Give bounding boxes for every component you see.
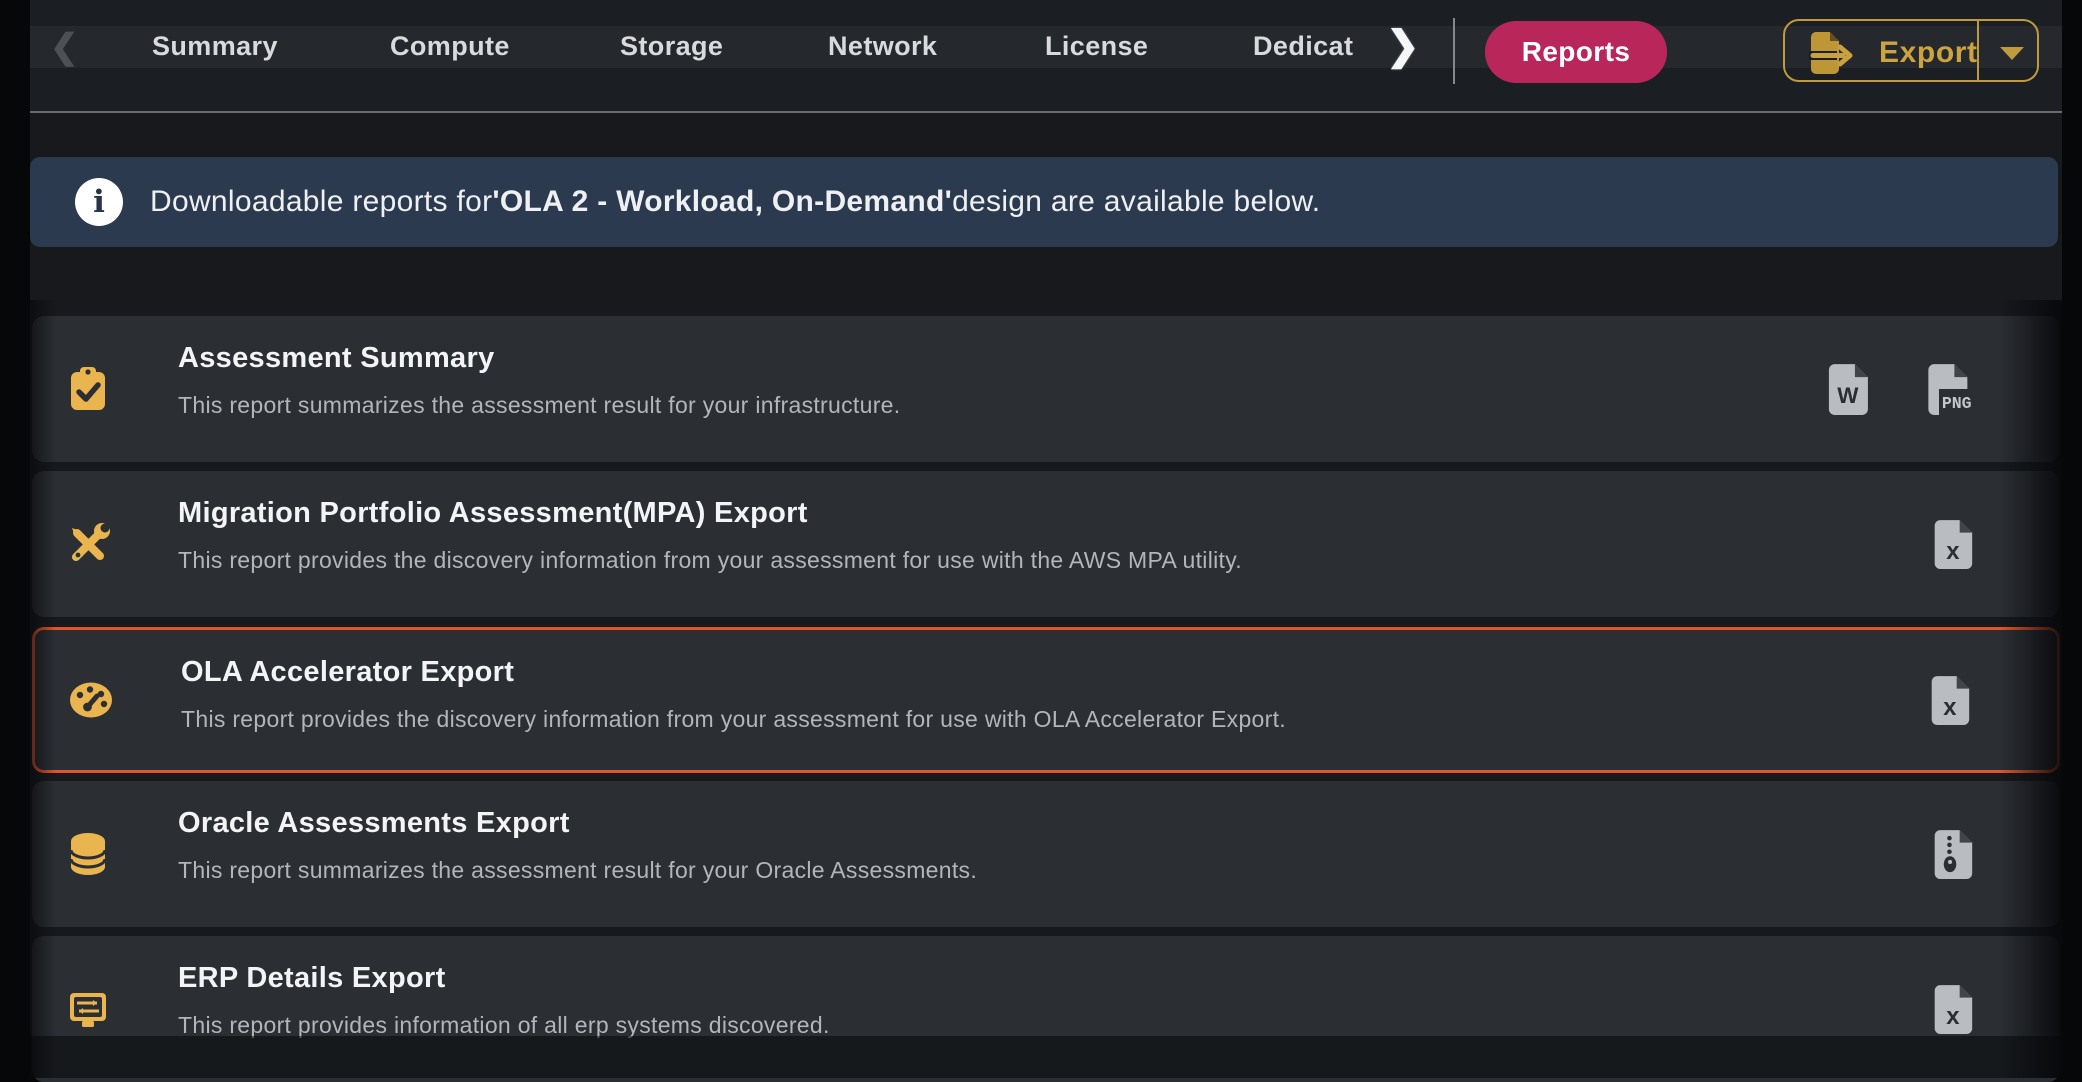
report-description: This report summarizes the assessment re… [178,857,977,884]
report-row-ola-accelerator-export: OLA Accelerator Export This report provi… [32,627,2060,773]
report-description: This report provides the discovery infor… [181,706,1286,733]
info-banner: i Downloadable reports for 'OLA 2 - Work… [30,157,2058,247]
svg-text:x: x [1943,694,1957,721]
top-navigation-bar: ❮ Summary Compute Storage Network Licens… [30,0,2062,112]
report-title: Migration Portfolio Assessment(MPA) Expo… [178,497,808,530]
svg-text:x: x [1946,1003,1960,1030]
export-button[interactable]: Export [1783,19,2039,82]
file-zip-icon[interactable] [1932,829,1976,879]
main-panel: ❮ Summary Compute Storage Network Licens… [30,0,2062,1078]
svg-text:W: W [1837,383,1859,408]
svg-text:x: x [1946,538,1960,565]
report-row-assessment-summary: Assessment Summary This report summarize… [32,316,2060,462]
download-actions: x [1932,519,1976,569]
tab-dedicated[interactable]: Dedicat [1253,31,1353,62]
svg-text:PNG: PNG [1942,394,1972,413]
info-icon: i [75,178,123,226]
report-description: This report provides the discovery infor… [178,547,1242,574]
report-row-mpa-export: Migration Portfolio Assessment(MPA) Expo… [32,471,2060,617]
report-description: This report summarizes the assessment re… [178,392,900,419]
banner-design-name: 'OLA 2 - Workload, On-Demand' [492,185,952,219]
tools-icon [64,520,112,568]
tab-license[interactable]: License [1045,31,1148,62]
file-excel-icon[interactable]: x [1932,984,1976,1034]
erp-board-icon [64,985,112,1033]
export-label: Export [1879,36,1978,70]
clipboard-check-icon [64,365,112,413]
report-row-oracle-assessments-export: Oracle Assessments Export This report su… [32,781,2060,927]
download-actions: x [1932,984,1976,1034]
file-word-icon[interactable]: W [1826,363,1872,415]
file-png-icon[interactable]: PNG [1928,363,1976,415]
export-button-divider [1977,21,1979,80]
report-title: Oracle Assessments Export [178,807,570,840]
report-title: OLA Accelerator Export [181,656,514,689]
tab-storage[interactable]: Storage [620,31,723,62]
tab-summary[interactable]: Summary [152,31,278,62]
reports-label: Reports [1522,36,1631,68]
header-divider-line [30,111,2062,113]
chevron-left-icon[interactable]: ❮ [50,30,79,64]
nav-divider [1453,18,1455,84]
tab-network[interactable]: Network [828,31,937,62]
report-row-erp-details-export: ERP Details Export This report provides … [32,936,2060,1082]
report-title: Assessment Summary [178,342,495,375]
banner-text: Downloadable reports for 'OLA 2 - Worklo… [150,157,1320,247]
file-excel-icon[interactable]: x [1932,519,1976,569]
tab-reports-active[interactable]: Reports [1485,21,1667,83]
download-actions: x [1929,675,1973,725]
chevron-right-icon[interactable]: ❯ [1386,26,1420,66]
database-icon [64,830,112,878]
gauge-icon [67,676,115,724]
tab-compute[interactable]: Compute [390,31,510,62]
banner-suffix: design are available below. [952,185,1320,219]
download-actions: W PNG [1826,363,1976,415]
report-title: ERP Details Export [178,962,446,995]
banner-prefix: Downloadable reports for [150,185,492,219]
download-actions [1932,829,1976,879]
file-export-icon [1807,31,1853,75]
caret-down-icon[interactable] [2000,47,2024,60]
file-excel-icon[interactable]: x [1929,675,1973,725]
report-description: This report provides information of all … [178,1012,830,1039]
